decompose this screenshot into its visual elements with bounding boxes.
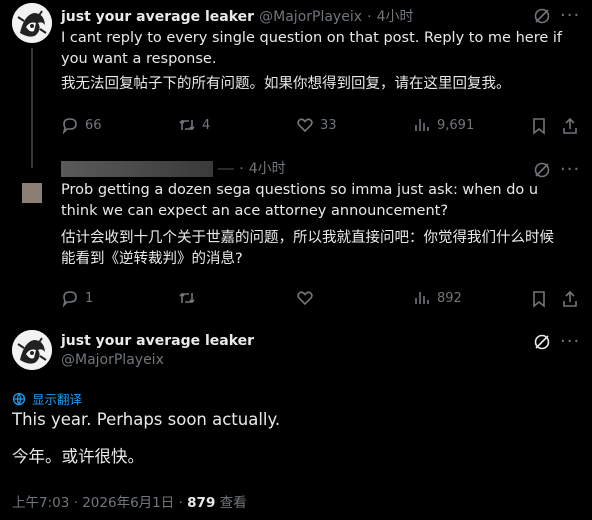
- bookmark-button[interactable]: [530, 290, 548, 312]
- views-button[interactable]: 892: [413, 289, 462, 307]
- reply-icon: [62, 118, 77, 134]
- avatar[interactable]: [22, 183, 42, 203]
- retweet-button[interactable]: [178, 289, 202, 307]
- handle[interactable]: @MajorPlayeix: [259, 9, 362, 25]
- tweet2-text-en: Prob getting a dozen sega questions so i…: [61, 182, 539, 219]
- like-button[interactable]: 33: [296, 116, 337, 134]
- more-icon[interactable]: ···: [560, 331, 580, 352]
- reply-button[interactable]: 66: [61, 116, 102, 134]
- avatar-image: [12, 3, 52, 43]
- separator: ·: [239, 161, 244, 177]
- grok-icon[interactable]: [533, 7, 551, 29]
- retweet-icon: [179, 292, 195, 304]
- main-tweet-text-zh: 今年。或许很快。: [12, 447, 144, 466]
- show-translation-link[interactable]: 显示翻译: [12, 389, 82, 408]
- like-button[interactable]: [296, 289, 320, 307]
- main-tweet-text-en: This year. Perhaps soon actually.: [12, 410, 281, 429]
- more-icon[interactable]: ···: [560, 159, 580, 180]
- heart-icon: [297, 118, 313, 133]
- tweet1-header: just your average leaker @MajorPlayeix ·…: [61, 6, 531, 26]
- display-name-redacted[interactable]: [61, 160, 213, 177]
- views-label: 查看: [219, 495, 247, 511]
- reply-button[interactable]: 1: [61, 289, 93, 307]
- share-icon: [563, 290, 577, 307]
- retweet-button[interactable]: 4: [178, 116, 210, 134]
- translate-label: 显示翻译: [32, 392, 83, 407]
- views-icon: [415, 119, 429, 131]
- like-count: 33: [320, 117, 337, 133]
- bookmark-button[interactable]: [530, 117, 548, 139]
- separator: ·: [178, 495, 183, 511]
- views-count: 879: [187, 495, 216, 511]
- display-name[interactable]: just your average leaker: [61, 333, 254, 349]
- share-icon: [563, 117, 577, 134]
- reply-icon: [62, 291, 77, 307]
- separator: ·: [367, 9, 372, 25]
- reply-count: 66: [85, 117, 102, 133]
- post-date[interactable]: 2026年6月1日: [82, 495, 174, 511]
- avatar-image: [12, 330, 52, 370]
- tweet2-text-zh: 估计会收到十几个关于世嘉的问题，所以我就直接问吧：你觉得我们什么时候能看到《逆转…: [61, 230, 554, 267]
- avatar[interactable]: [12, 330, 52, 370]
- retweet-icon: [179, 119, 195, 131]
- share-button[interactable]: [561, 117, 579, 139]
- bookmark-icon: [533, 291, 545, 308]
- handle[interactable]: @MajorPlayeix: [61, 352, 164, 368]
- views-button[interactable]: 9,691: [413, 116, 474, 134]
- heart-icon: [297, 291, 313, 306]
- tweet-meta: 上午7:03 · 2026年6月1日 · 879 查看: [12, 491, 247, 511]
- views-count: 9,691: [437, 117, 475, 133]
- timestamp[interactable]: 4小时: [249, 161, 286, 177]
- bookmark-icon: [533, 118, 545, 135]
- tweet2-header: · 4小时: [61, 158, 531, 178]
- globe-icon: [12, 392, 26, 406]
- tweet1-text-en: I cant reply to every single question on…: [61, 30, 563, 67]
- reply-count: 1: [85, 290, 94, 306]
- views-icon: [415, 292, 429, 304]
- post-time[interactable]: 上午7:03: [12, 495, 69, 511]
- tweet1-text-zh: 我无法回复帖子下的所有问题。如果你想得到回复，请在这里回复我。: [61, 76, 511, 92]
- timestamp[interactable]: 4小时: [377, 9, 414, 25]
- grok-icon[interactable]: [533, 333, 551, 355]
- retweet-count: 4: [202, 117, 211, 133]
- display-name[interactable]: just your average leaker: [61, 9, 254, 25]
- views-count: 892: [437, 290, 462, 306]
- share-button[interactable]: [561, 290, 579, 312]
- separator: ·: [73, 495, 78, 511]
- avatar[interactable]: [12, 3, 52, 43]
- thread-line: [31, 48, 33, 168]
- handle-redacted[interactable]: [218, 167, 235, 170]
- more-icon[interactable]: ···: [560, 5, 580, 26]
